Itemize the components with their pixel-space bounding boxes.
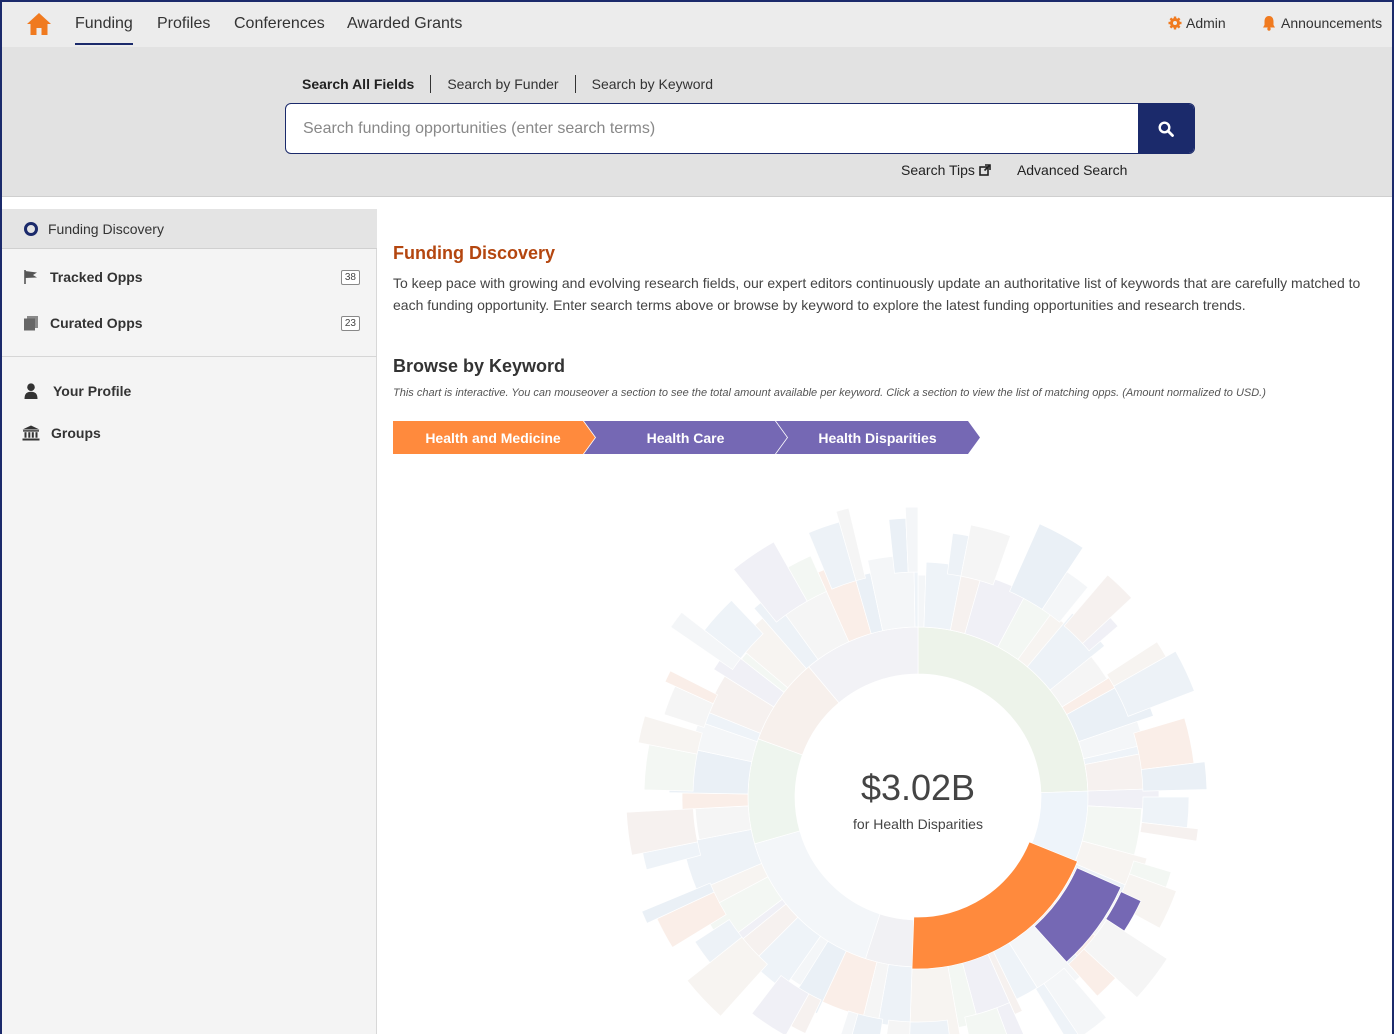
app-window: Funding Profiles Conferences Awarded Gra… bbox=[0, 0, 1394, 1034]
top-nav: Funding Profiles Conferences Awarded Gra… bbox=[2, 2, 1392, 47]
user-icon bbox=[22, 382, 40, 400]
search-input[interactable] bbox=[286, 104, 1139, 153]
search-button[interactable] bbox=[1138, 104, 1194, 153]
external-link-icon bbox=[979, 164, 991, 176]
institution-icon bbox=[22, 424, 40, 442]
center-amount: $3.02B bbox=[860, 767, 976, 808]
sidebar-item-groups[interactable]: Groups bbox=[2, 419, 377, 447]
sunburst-segment[interactable] bbox=[913, 571, 919, 628]
main-content: Funding Discovery To keep pace with grow… bbox=[378, 209, 1392, 1034]
eye-icon bbox=[22, 220, 40, 238]
browse-title: Browse by Keyword bbox=[393, 356, 566, 376]
nav-tab-profiles[interactable]: Profiles bbox=[157, 15, 210, 33]
announcements-link[interactable]: Announcements bbox=[1261, 15, 1382, 31]
sidebar-item-funding-discovery[interactable]: Funding Discovery bbox=[2, 209, 377, 249]
browse-note: This chart is interactive. You can mouse… bbox=[393, 387, 1266, 399]
search-mode-tabs: Search All Fields Search by Funder Searc… bbox=[302, 75, 713, 93]
sunburst-segment[interactable] bbox=[908, 1019, 954, 1034]
breadcrumb-health-and-medicine[interactable]: Health and Medicine bbox=[393, 421, 593, 454]
home-icon[interactable] bbox=[26, 12, 52, 36]
search-tips-link[interactable]: Search Tips bbox=[901, 162, 991, 178]
nav-tab-awarded-grants[interactable]: Awarded Grants bbox=[347, 15, 462, 33]
search-links: Search Tips Advanced Search bbox=[901, 162, 1127, 178]
sidebar-item-label: Curated Opps bbox=[50, 315, 143, 331]
breadcrumb-health-disparities[interactable]: Health Disparities bbox=[781, 421, 974, 454]
sidebar-item-label: Groups bbox=[51, 425, 101, 441]
bell-icon bbox=[1263, 16, 1275, 31]
center-label: for Health Disparities bbox=[853, 816, 983, 832]
gear-icon bbox=[1168, 16, 1182, 30]
sidebar-item-tracked-opps[interactable]: Tracked Opps 38 bbox=[2, 263, 377, 291]
search-tab-by-funder[interactable]: Search by Funder bbox=[447, 76, 558, 92]
sidebar-item-your-profile[interactable]: Your Profile bbox=[2, 377, 377, 405]
search-box bbox=[285, 103, 1195, 154]
admin-label: Admin bbox=[1186, 15, 1226, 31]
search-panel: Search All Fields Search by Funder Searc… bbox=[2, 47, 1392, 197]
sunburst-segment[interactable] bbox=[1133, 717, 1195, 770]
breadcrumb-health-care[interactable]: Health Care bbox=[589, 421, 782, 454]
page-description: To keep pace with growing and evolving r… bbox=[393, 275, 1361, 313]
documents-icon bbox=[22, 314, 40, 332]
nav-tab-funding[interactable]: Funding bbox=[75, 15, 133, 45]
advanced-search-link[interactable]: Advanced Search bbox=[1017, 162, 1128, 178]
page-title: Funding Discovery bbox=[393, 243, 556, 263]
sidebar-item-curated-opps[interactable]: Curated Opps 23 bbox=[2, 309, 377, 337]
tab-divider bbox=[574, 75, 576, 93]
announcements-label: Announcements bbox=[1281, 15, 1383, 31]
sidebar-divider bbox=[2, 356, 377, 357]
count-badge: 23 bbox=[340, 315, 360, 331]
search-tab-by-keyword[interactable]: Search by Keyword bbox=[592, 76, 713, 92]
admin-link[interactable]: Admin bbox=[1168, 15, 1226, 31]
sunburst-segment[interactable] bbox=[747, 738, 803, 845]
sidebar-item-label: Funding Discovery bbox=[48, 220, 164, 237]
sunburst-segment[interactable] bbox=[960, 524, 1011, 586]
sidebar-item-label: Tracked Opps bbox=[50, 269, 143, 285]
nav-tab-conferences[interactable]: Conferences bbox=[234, 15, 325, 33]
tab-divider bbox=[430, 75, 432, 93]
sidebar-item-label: Your Profile bbox=[53, 383, 132, 399]
search-tab-all-fields[interactable]: Search All Fields bbox=[302, 76, 414, 92]
search-icon bbox=[1158, 120, 1174, 137]
sidebar: Funding Discovery Tracked Opps 38 Curate… bbox=[2, 209, 377, 1034]
flag-icon bbox=[22, 268, 40, 286]
count-badge: 38 bbox=[340, 269, 360, 285]
search-tips-label: Search Tips bbox=[901, 162, 975, 178]
